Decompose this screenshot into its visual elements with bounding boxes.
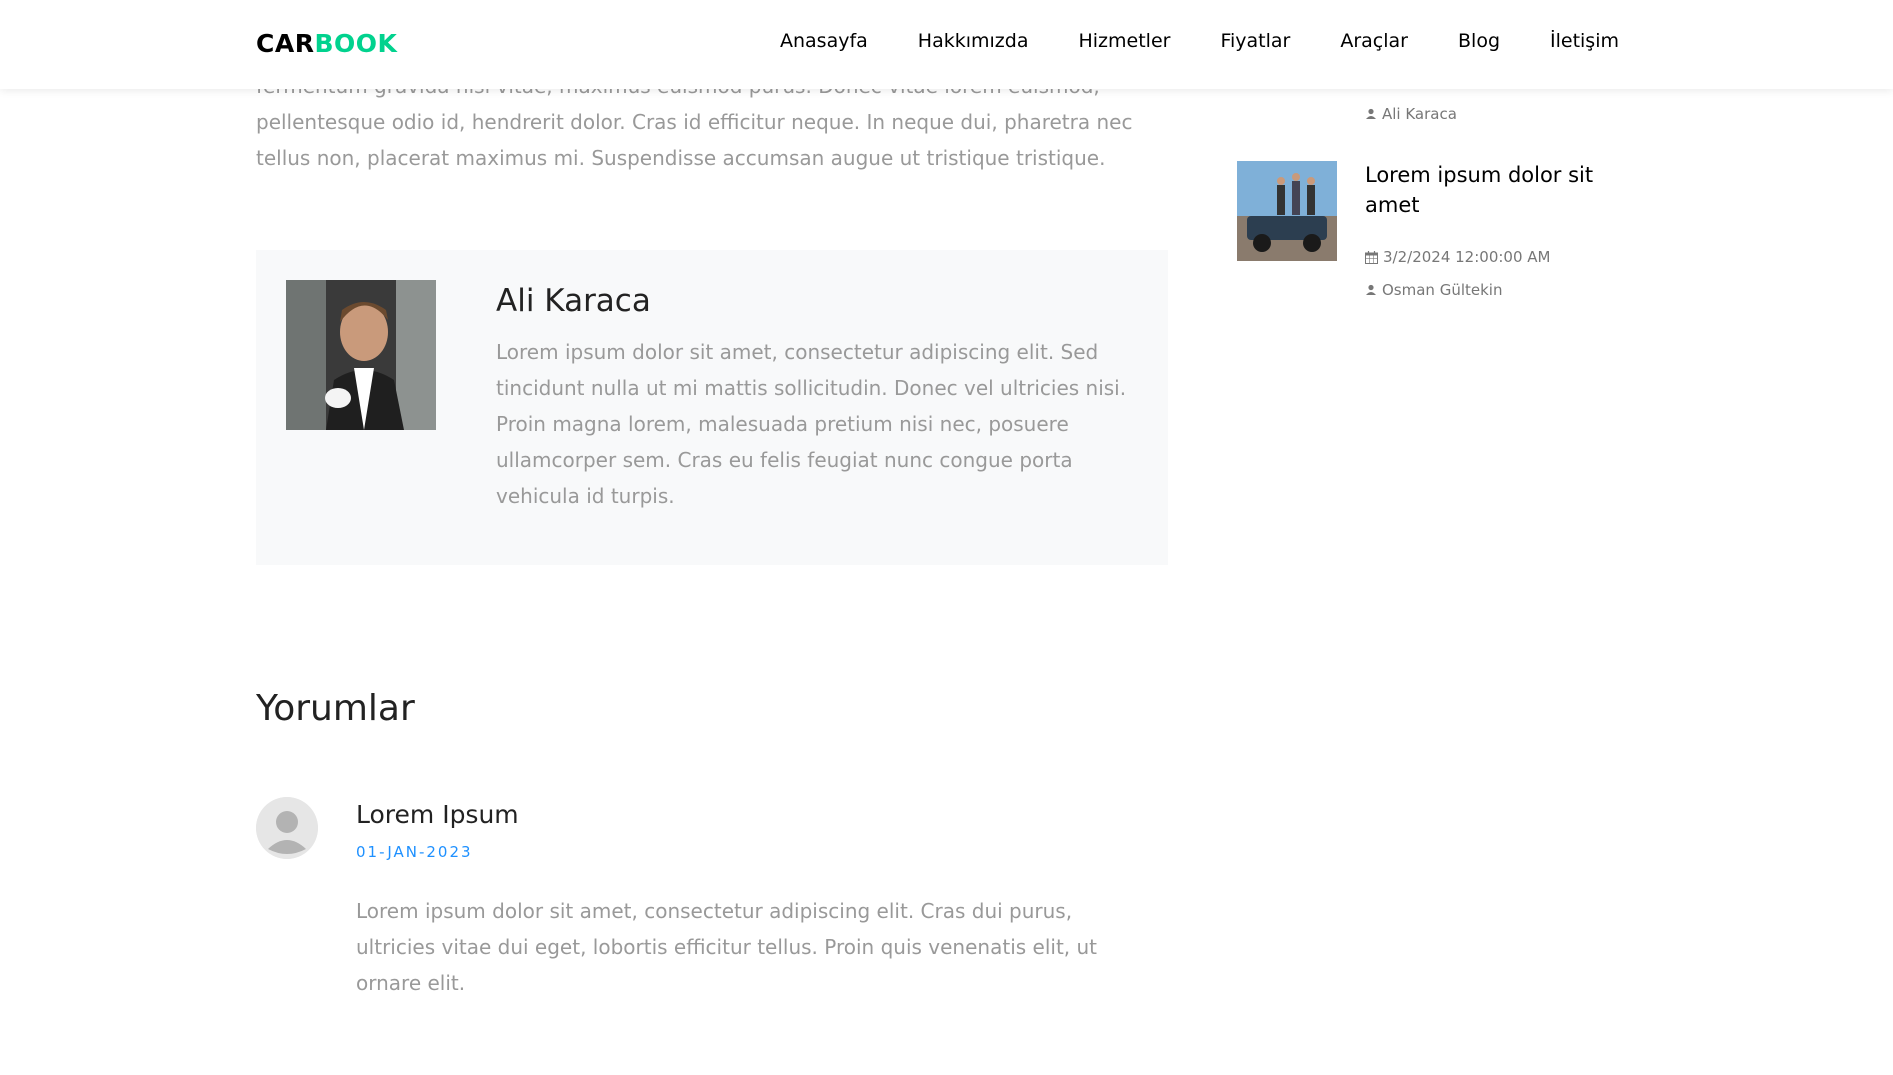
- nav-item-hizmetler[interactable]: Hizmetler: [1078, 30, 1170, 52]
- user-avatar-icon: [256, 797, 318, 859]
- post-meta-date: 3/2/2024 12:00:00 AM: [1365, 248, 1550, 266]
- post-meta-author: Ali Karaca: [1365, 105, 1457, 123]
- nav-links: Anasayfa Hakkımızda Hizmetler Fiyatlar A…: [730, 30, 1619, 52]
- nav-item-iletisim[interactable]: İletişim: [1550, 30, 1619, 52]
- brand-main: CAR: [256, 29, 315, 58]
- nav-item-fiyatlar[interactable]: Fiyatlar: [1220, 30, 1290, 52]
- post-date: 3/2/2024 12:00:00 AM: [1383, 248, 1551, 266]
- post-meta-author: Osman Gültekin: [1365, 281, 1502, 299]
- author-photo: [286, 280, 436, 430]
- post-author[interactable]: Osman Gültekin: [1382, 281, 1502, 299]
- person-icon: [1366, 108, 1376, 119]
- comment-avatar: [256, 797, 318, 859]
- comments-title: Yorumlar: [256, 688, 415, 729]
- calendar-icon: [1365, 250, 1378, 264]
- comment-author: Lorem Ipsum: [356, 800, 519, 829]
- comment-date: 01-JAN-2023: [356, 843, 473, 861]
- nav-item-araclar[interactable]: Araçlar: [1340, 30, 1408, 52]
- brand-accent: BOOK: [314, 29, 398, 58]
- author-box: Ali Karaca Lorem ipsum dolor sit amet, c…: [256, 250, 1168, 565]
- nav-item-anasayfa[interactable]: Anasayfa: [780, 30, 868, 52]
- post-author[interactable]: Ali Karaca: [1382, 105, 1457, 123]
- brand-logo[interactable]: CARBOOK: [256, 29, 397, 58]
- nav-item-hakkimizda[interactable]: Hakkımızda: [918, 30, 1029, 52]
- post-title[interactable]: Lorem ipsum dolor sit amet: [1365, 160, 1615, 220]
- author-bio: Lorem ipsum dolor sit amet, consectetur …: [496, 340, 1127, 508]
- top-navbar: CARBOOK Anasayfa Hakkımızda Hizmetler Fi…: [0, 0, 1893, 89]
- comment-text: Lorem ipsum dolor sit amet, consectetur …: [356, 899, 1098, 995]
- person-icon: [1366, 284, 1376, 295]
- author-name: Ali Karaca: [496, 283, 651, 319]
- post-thumbnail[interactable]: [1237, 161, 1337, 261]
- nav-item-blog[interactable]: Blog: [1458, 30, 1500, 52]
